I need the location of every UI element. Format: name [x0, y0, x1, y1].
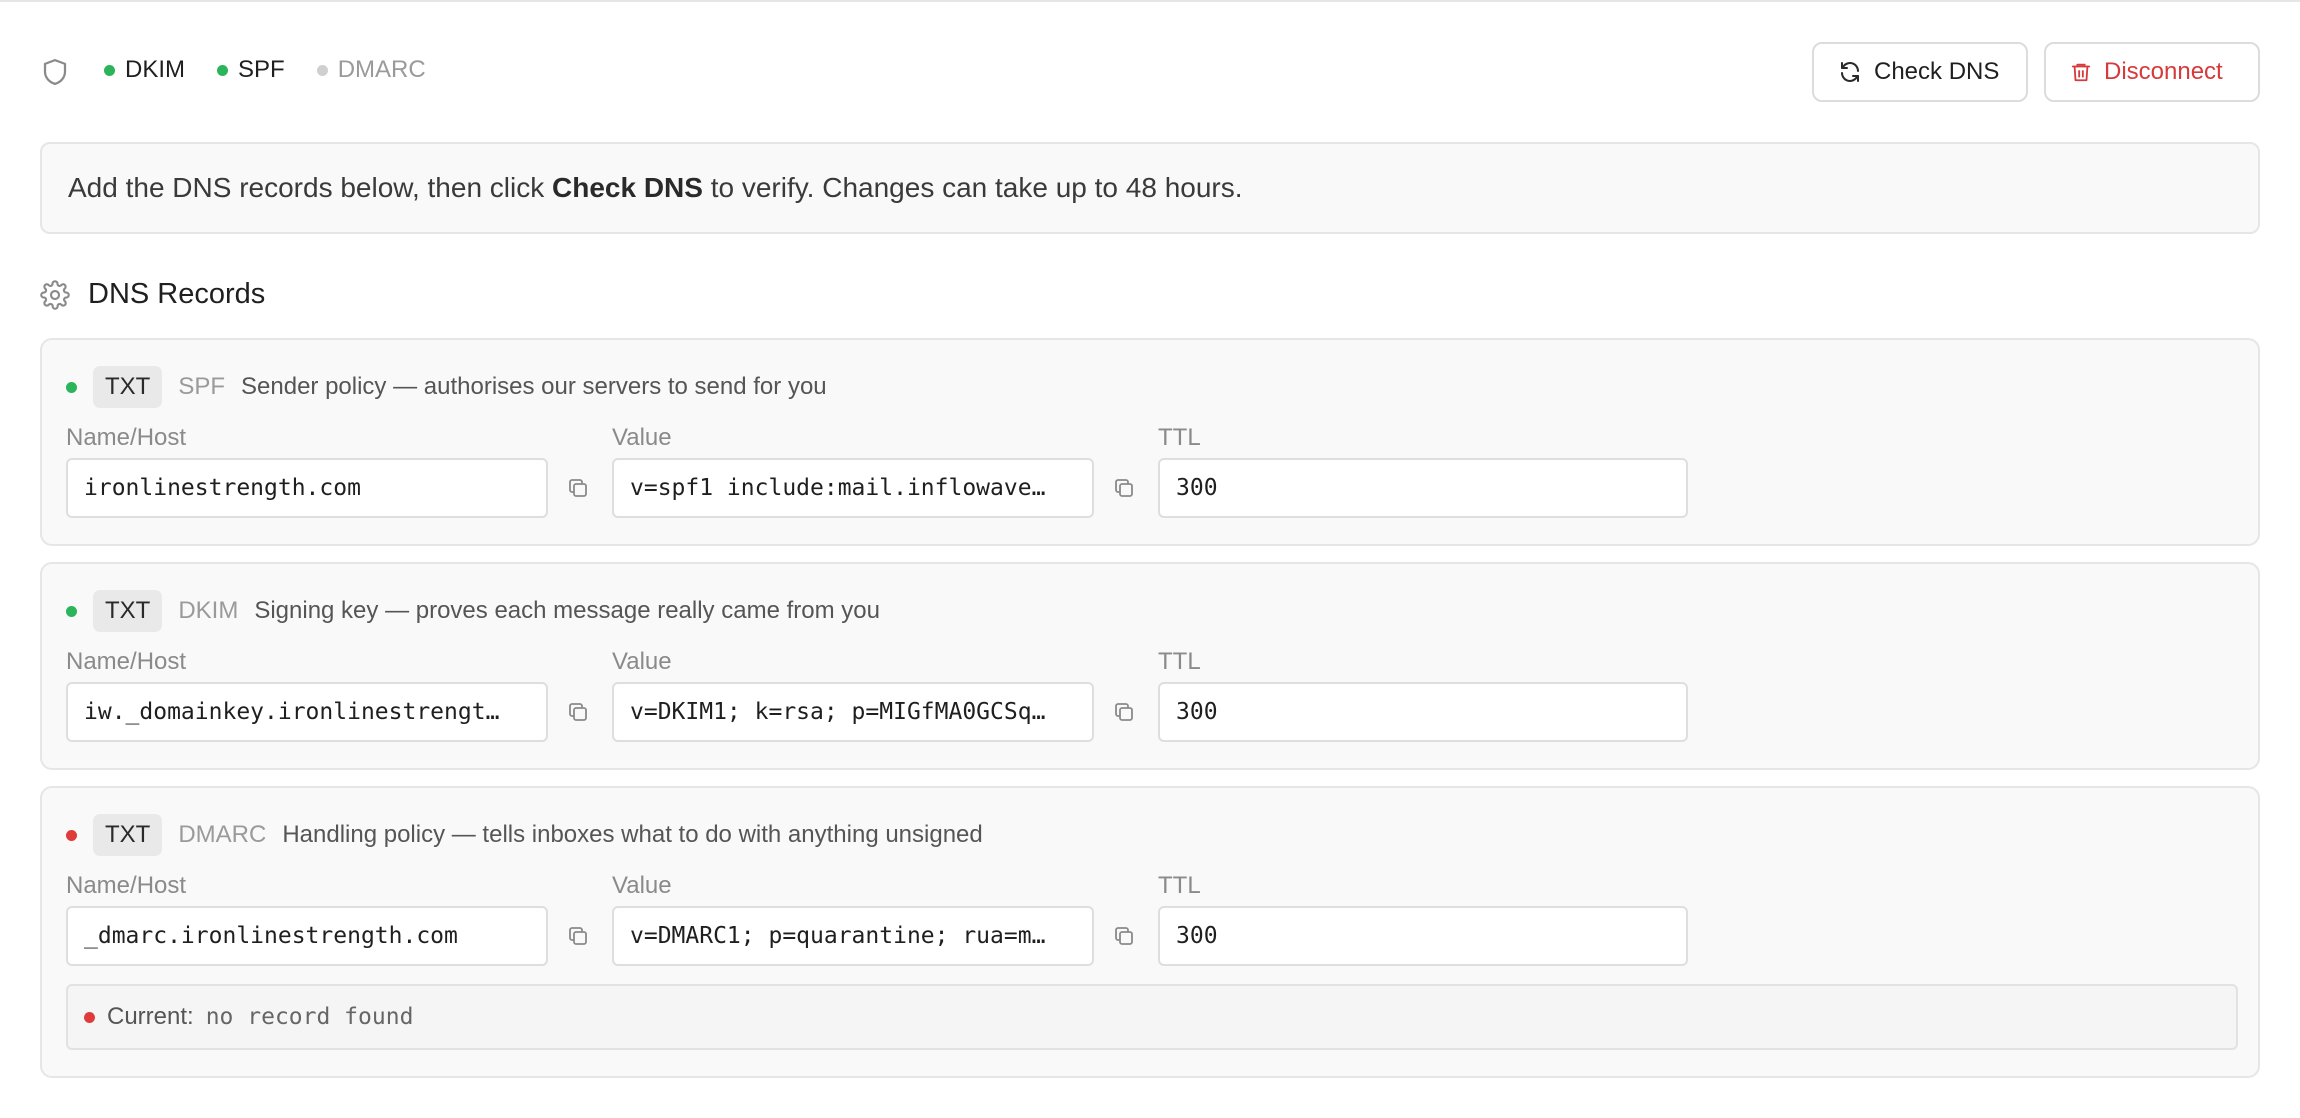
record-kind: DMARC [178, 821, 267, 848]
check-dns-button[interactable]: Check DNS [1812, 42, 2028, 102]
record-kind: DKIM [178, 597, 239, 624]
status-spf: SPF [217, 56, 285, 84]
copy-icon[interactable] [1112, 700, 1136, 724]
record-description: Sender policy — authorises our servers t… [241, 373, 827, 400]
status-label: SPF [238, 56, 285, 83]
value-field[interactable]: v=DMARC1; p=quarantine; rua=m… [612, 906, 1094, 966]
name-host-value: iw._domainkey.ironlinestrengt… [84, 699, 500, 725]
trash-icon [2071, 63, 2091, 82]
ttl-label: TTL [1158, 424, 1201, 451]
record-value: v=spf1 include:mail.inflowave… [630, 475, 1046, 501]
current-value: no record found [205, 1004, 414, 1030]
copy-icon[interactable] [566, 924, 590, 948]
record-type-badge: TXT [93, 814, 163, 856]
banner-text-end: to verify. Changes can take up to 48 hou… [702, 172, 1243, 203]
dns-records-heading: DNS Records [40, 278, 265, 311]
header: DKIM SPF DMARC Check DNS Disconnect [40, 42, 2260, 102]
dns-record-dkim: TXT DKIM Signing key — proves each messa… [40, 562, 2260, 770]
ttl-value: 300 [1176, 699, 1218, 725]
value-field[interactable]: v=spf1 include:mail.inflowave… [612, 458, 1094, 518]
refresh-icon [1841, 62, 1859, 82]
copy-icon[interactable] [566, 476, 590, 500]
current-record-status: Current: no record found [66, 984, 2238, 1050]
name-host-label: Name/Host [66, 648, 187, 675]
disconnect-label: Disconnect [2104, 58, 2223, 85]
status-dmarc: DMARC [316, 56, 426, 84]
name-host-value: ironlinestrength.com [84, 475, 361, 501]
record-kind: SPF [178, 373, 226, 400]
name-host-value: _dmarc.ironlinestrength.com [84, 923, 458, 949]
ttl-value: 300 [1176, 475, 1218, 501]
check-dns-label: Check DNS [1874, 58, 2000, 85]
copy-icon[interactable] [566, 700, 590, 724]
name-host-label: Name/Host [66, 424, 187, 451]
status-dot [217, 64, 228, 76]
dns-record-dmarc: TXT DMARC Handling policy — tells inboxe… [40, 786, 2260, 1078]
value-label: Value [612, 872, 672, 899]
copy-icon[interactable] [1112, 476, 1136, 500]
auth-status-list: DKIM SPF DMARC [104, 56, 458, 84]
record-value: v=DMARC1; p=quarantine; rua=m… [630, 923, 1046, 949]
current-status-dot [84, 1011, 95, 1023]
record-header: TXT DKIM Signing key — proves each messa… [66, 590, 880, 632]
ttl-value: 300 [1176, 923, 1218, 949]
dns-record-spf: TXT SPF Sender policy — authorises our s… [40, 338, 2260, 546]
info-banner: Add the DNS records below, then click Ch… [40, 142, 2260, 234]
ttl-label: TTL [1158, 872, 1201, 899]
ttl-field[interactable]: 300 [1158, 906, 1688, 966]
header-actions: Check DNS Disconnect [1812, 42, 2260, 102]
gear-icon [40, 279, 70, 310]
status-label: DKIM [125, 56, 185, 83]
ttl-label: TTL [1158, 648, 1201, 675]
name-host-field[interactable]: _dmarc.ironlinestrength.com [66, 906, 548, 966]
record-description: Handling policy — tells inboxes what to … [282, 821, 983, 848]
name-host-label: Name/Host [66, 872, 187, 899]
name-host-field[interactable]: iw._domainkey.ironlinestrengt… [66, 682, 548, 742]
record-header: TXT SPF Sender policy — authorises our s… [66, 366, 827, 408]
value-label: Value [612, 648, 672, 675]
status-dot [316, 64, 328, 76]
copy-icon[interactable] [1112, 924, 1136, 948]
value-field[interactable]: v=DKIM1; k=rsa; p=MIGfMA0GCSq… [612, 682, 1094, 742]
current-label: Current: [107, 1003, 194, 1030]
banner-text-start: Add the DNS records below, then click [68, 172, 553, 203]
ttl-field[interactable]: 300 [1158, 682, 1688, 742]
record-type-badge: TXT [93, 590, 163, 632]
record-status-dot [66, 605, 77, 617]
record-status-dot [66, 829, 77, 841]
banner-text-bold: Check DNS [552, 172, 703, 203]
status-dkim: DKIM [104, 56, 185, 84]
record-header: TXT DMARC Handling policy — tells inboxe… [66, 814, 983, 856]
ttl-field[interactable]: 300 [1158, 458, 1688, 518]
disconnect-button[interactable]: Disconnect [2044, 42, 2260, 102]
record-status-dot [66, 381, 77, 393]
name-host-field[interactable]: ironlinestrength.com [66, 458, 548, 518]
record-type-badge: TXT [93, 366, 163, 408]
record-description: Signing key — proves each message really… [254, 597, 880, 624]
top-divider [0, 0, 2300, 2]
shield-icon [43, 59, 67, 85]
value-label: Value [612, 424, 672, 451]
record-value: v=DKIM1; k=rsa; p=MIGfMA0GCSq… [630, 699, 1046, 725]
section-title: DNS Records [88, 278, 266, 310]
status-dot [104, 64, 115, 76]
status-label: DMARC [337, 56, 426, 83]
